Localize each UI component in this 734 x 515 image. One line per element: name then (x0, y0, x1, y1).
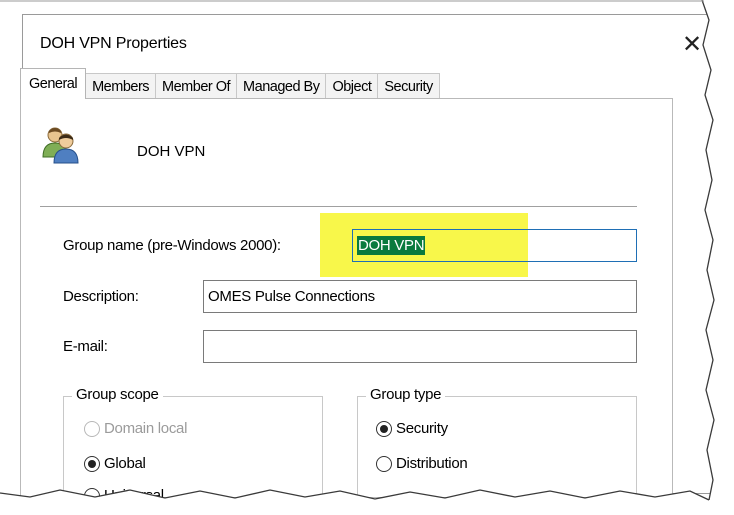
radio-circle-icon (84, 420, 100, 437)
tab-security[interactable]: Security (377, 73, 440, 99)
radio-checked-icon (376, 420, 392, 437)
tab-general[interactable]: General (20, 68, 87, 99)
radio-checked-icon (84, 455, 100, 472)
email-input[interactable] (203, 330, 637, 363)
pre2000-name-label: Group name (pre-Windows 2000): (63, 237, 281, 254)
users-group-icon (40, 124, 80, 164)
tab-members[interactable]: Members (85, 73, 157, 99)
radio-universal-label: Universal (104, 487, 164, 504)
description-input[interactable]: OMES Pulse Connections (203, 280, 637, 313)
group-type-box: Group type (357, 386, 637, 506)
selected-text: DOH VPN (357, 236, 426, 255)
group-scope-legend: Group scope (72, 386, 163, 403)
pre2000-name-input[interactable]: DOH VPN (352, 229, 637, 262)
screenshot-stage: DOH VPN Properties ✕ General Members Mem… (0, 0, 734, 515)
radio-domain-local[interactable]: Domain local (84, 420, 187, 437)
tab-object[interactable]: Object (325, 73, 379, 99)
description-label: Description: (63, 288, 139, 305)
radio-security-label: Security (396, 420, 448, 437)
radio-domain-local-label: Domain local (104, 420, 188, 437)
radio-global[interactable]: Global (84, 455, 146, 472)
tab-member-of[interactable]: Member Of (155, 73, 238, 99)
divider (40, 206, 637, 207)
radio-circle-icon (376, 455, 392, 472)
radio-distribution[interactable]: Distribution (376, 455, 468, 472)
dialog-title: DOH VPN Properties (40, 35, 187, 52)
radio-global-label: Global (104, 455, 146, 472)
email-label: E-mail: (63, 338, 108, 355)
group-name-heading: DOH VPN (137, 143, 206, 160)
radio-security[interactable]: Security (376, 420, 448, 437)
tab-strip: General Members Member Of Managed By Obj… (20, 68, 440, 99)
radio-circle-icon (84, 487, 100, 504)
tab-managed-by[interactable]: Managed By (236, 73, 327, 99)
close-icon[interactable]: ✕ (677, 29, 707, 59)
radio-universal[interactable]: Universal (84, 487, 164, 504)
radio-distribution-label: Distribution (396, 455, 468, 472)
group-type-legend: Group type (366, 386, 446, 403)
